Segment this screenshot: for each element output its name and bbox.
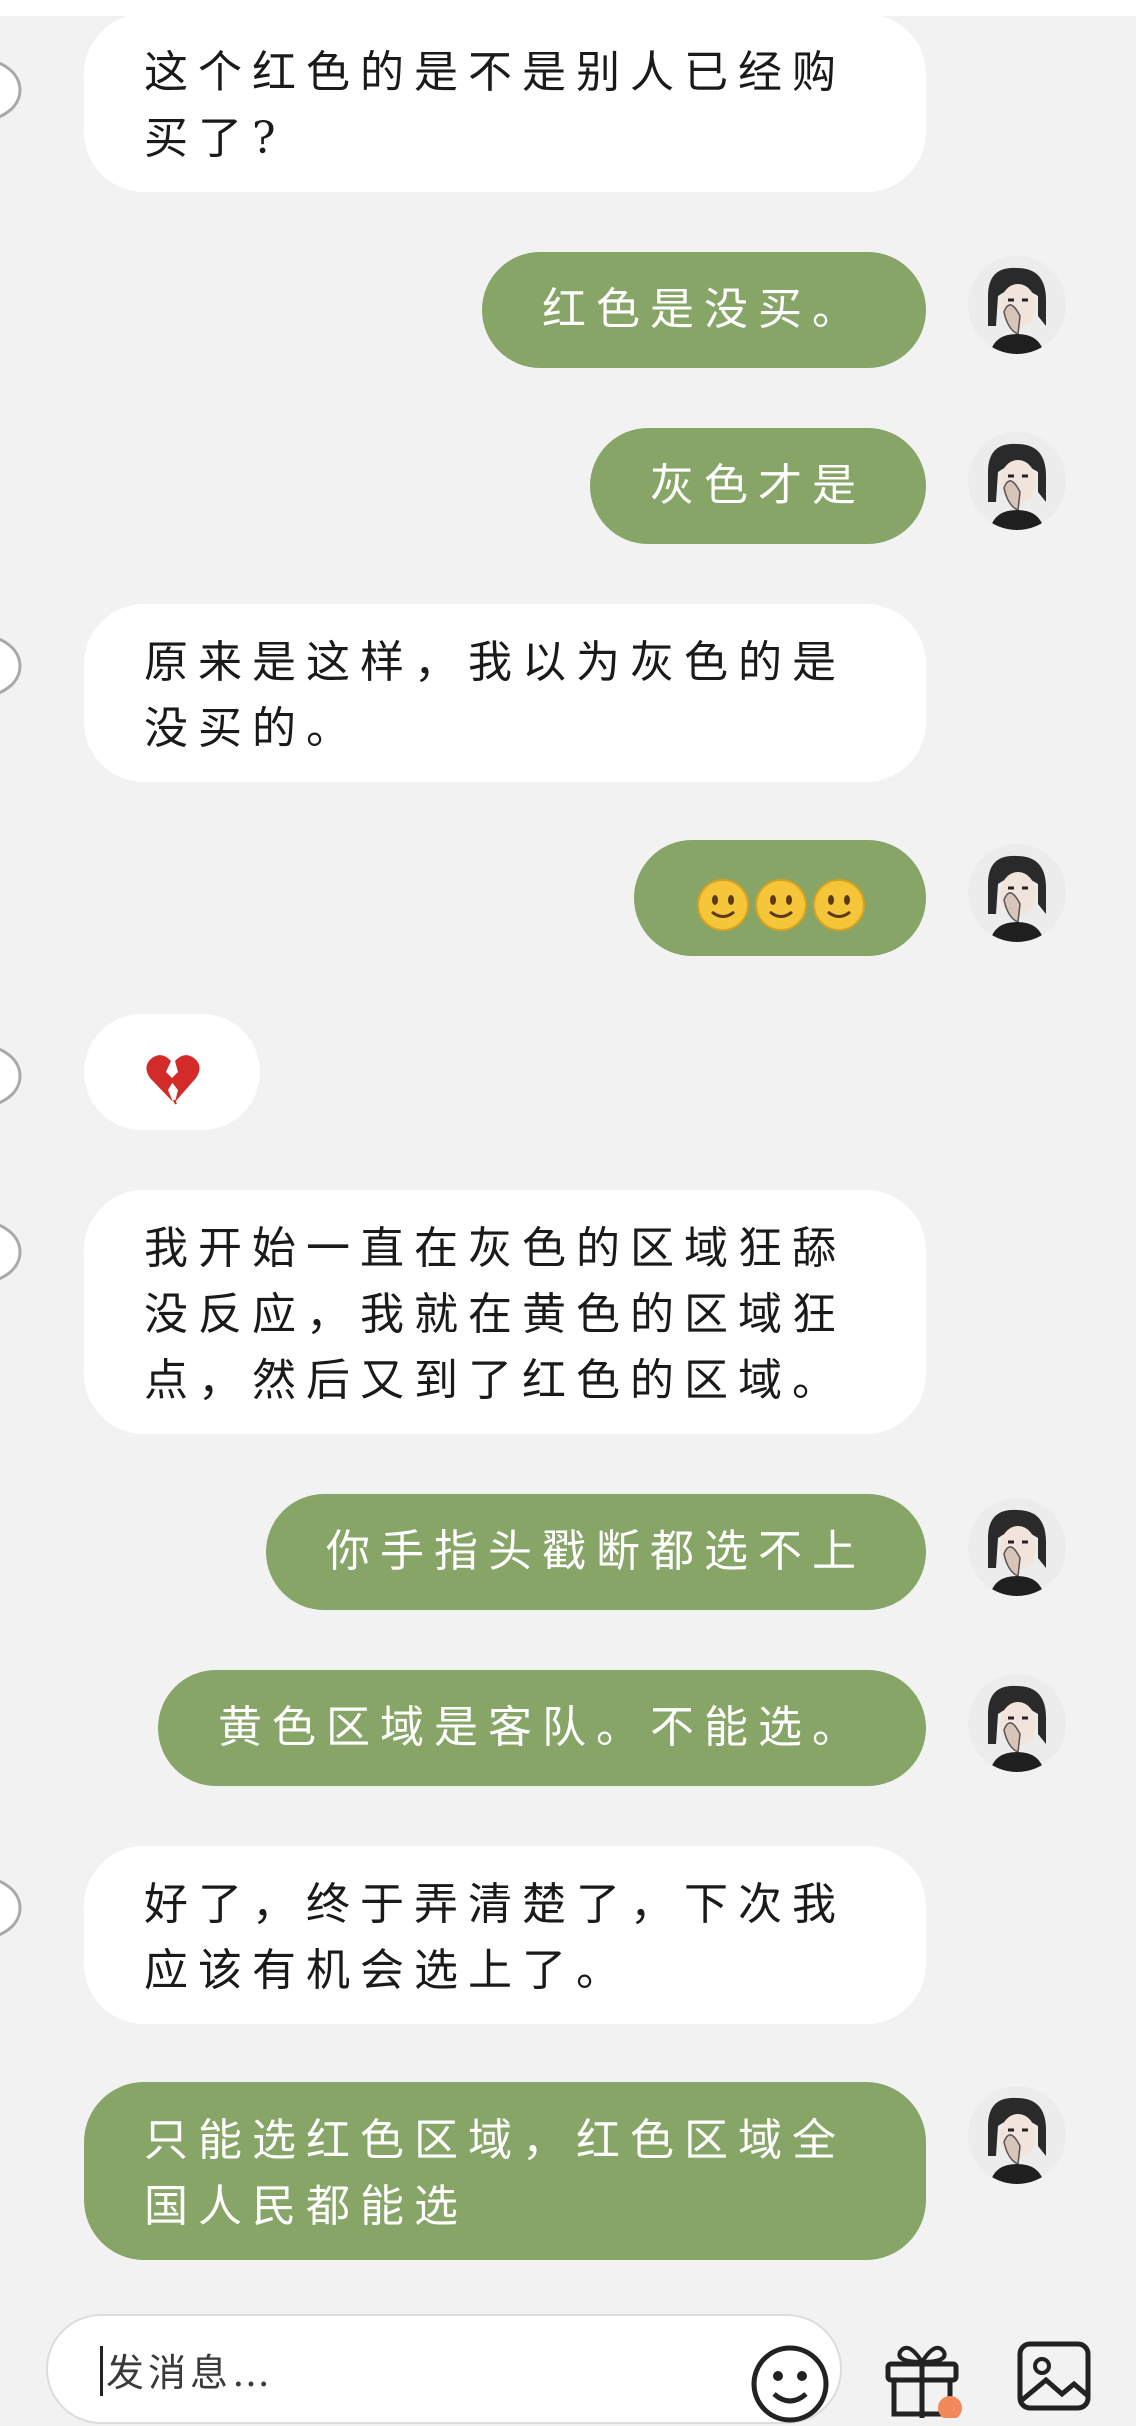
message-text: 只能选红色区域，红色区域全国人民都能选 — [144, 2115, 846, 2232]
image-icon[interactable] — [1012, 2334, 1096, 2418]
outgoing-message-bubble[interactable]: 只能选红色区域，红色区域全国人民都能选 — [84, 2082, 926, 2260]
outgoing-message-bubble[interactable]: 灰色才是 — [590, 428, 926, 544]
chat-message-list[interactable]: 这个红色的是不是别人已经购买了? 红色是没买。 灰色才是 原来是这样，我以为灰色… — [0, 0, 1136, 2290]
my-avatar[interactable] — [968, 844, 1066, 942]
my-avatar[interactable] — [968, 2086, 1066, 2184]
gift-icon[interactable] — [880, 2334, 964, 2418]
contact-avatar[interactable] — [0, 28, 38, 124]
message-text: 灰色才是 — [650, 460, 866, 511]
message-input-bar: 发消息… — [0, 2290, 1136, 2424]
incoming-message-bubble[interactable]: 好了，终于弄清楚了，下次我应该有机会选上了。 — [84, 1846, 926, 2024]
message-text: 红色是没买。 — [542, 284, 866, 335]
my-avatar[interactable] — [968, 432, 1066, 530]
incoming-message-bubble[interactable]: 我开始一直在灰色的区域狂舔没反应，我就在黄色的区域狂点，然后又到了红色的区域。 — [84, 1190, 926, 1434]
message-text: 这个红色的是不是别人已经购买了? — [144, 47, 846, 164]
my-avatar[interactable] — [968, 1674, 1066, 1772]
incoming-message-bubble[interactable]: 原来是这样，我以为灰色的是没买的。 — [84, 604, 926, 782]
slightly-smiling-face-icon — [697, 878, 749, 931]
outgoing-message-bubble[interactable]: 黄色区域是客队。不能选。 — [158, 1670, 926, 1786]
incoming-message-bubble[interactable] — [84, 1014, 260, 1130]
contact-avatar[interactable] — [0, 1846, 38, 1942]
slightly-smiling-face-icon — [755, 878, 807, 931]
outgoing-message-bubble[interactable]: 你手指头戳断都选不上 — [266, 1494, 926, 1610]
message-text: 黄色区域是客队。不能选。 — [218, 1702, 866, 1753]
message-text: 我开始一直在灰色的区域狂舔没反应，我就在黄色的区域狂点，然后又到了红色的区域。 — [144, 1223, 846, 1406]
message-text: 好了，终于弄清楚了，下次我应该有机会选上了。 — [144, 1879, 846, 1996]
message-input[interactable]: 发消息… — [46, 2314, 842, 2424]
message-text: 你手指头戳断都选不上 — [326, 1526, 866, 1577]
my-avatar[interactable] — [968, 1498, 1066, 1596]
broken-heart-icon — [146, 1054, 200, 1104]
smiley-icon[interactable] — [748, 2342, 832, 2426]
slightly-smiling-face-icon — [813, 878, 865, 931]
input-placeholder: 发消息… — [106, 2351, 275, 2395]
text-caret — [100, 2346, 103, 2396]
my-avatar[interactable] — [968, 256, 1066, 354]
contact-avatar[interactable] — [0, 1014, 38, 1110]
incoming-message-bubble[interactable]: 这个红色的是不是别人已经购买了? — [84, 14, 926, 192]
message-text: 原来是这样，我以为灰色的是没买的。 — [144, 637, 846, 754]
contact-avatar[interactable] — [0, 1190, 38, 1286]
outgoing-message-bubble[interactable]: 红色是没买。 — [482, 252, 926, 368]
contact-avatar[interactable] — [0, 604, 38, 700]
outgoing-message-bubble[interactable] — [634, 840, 926, 956]
